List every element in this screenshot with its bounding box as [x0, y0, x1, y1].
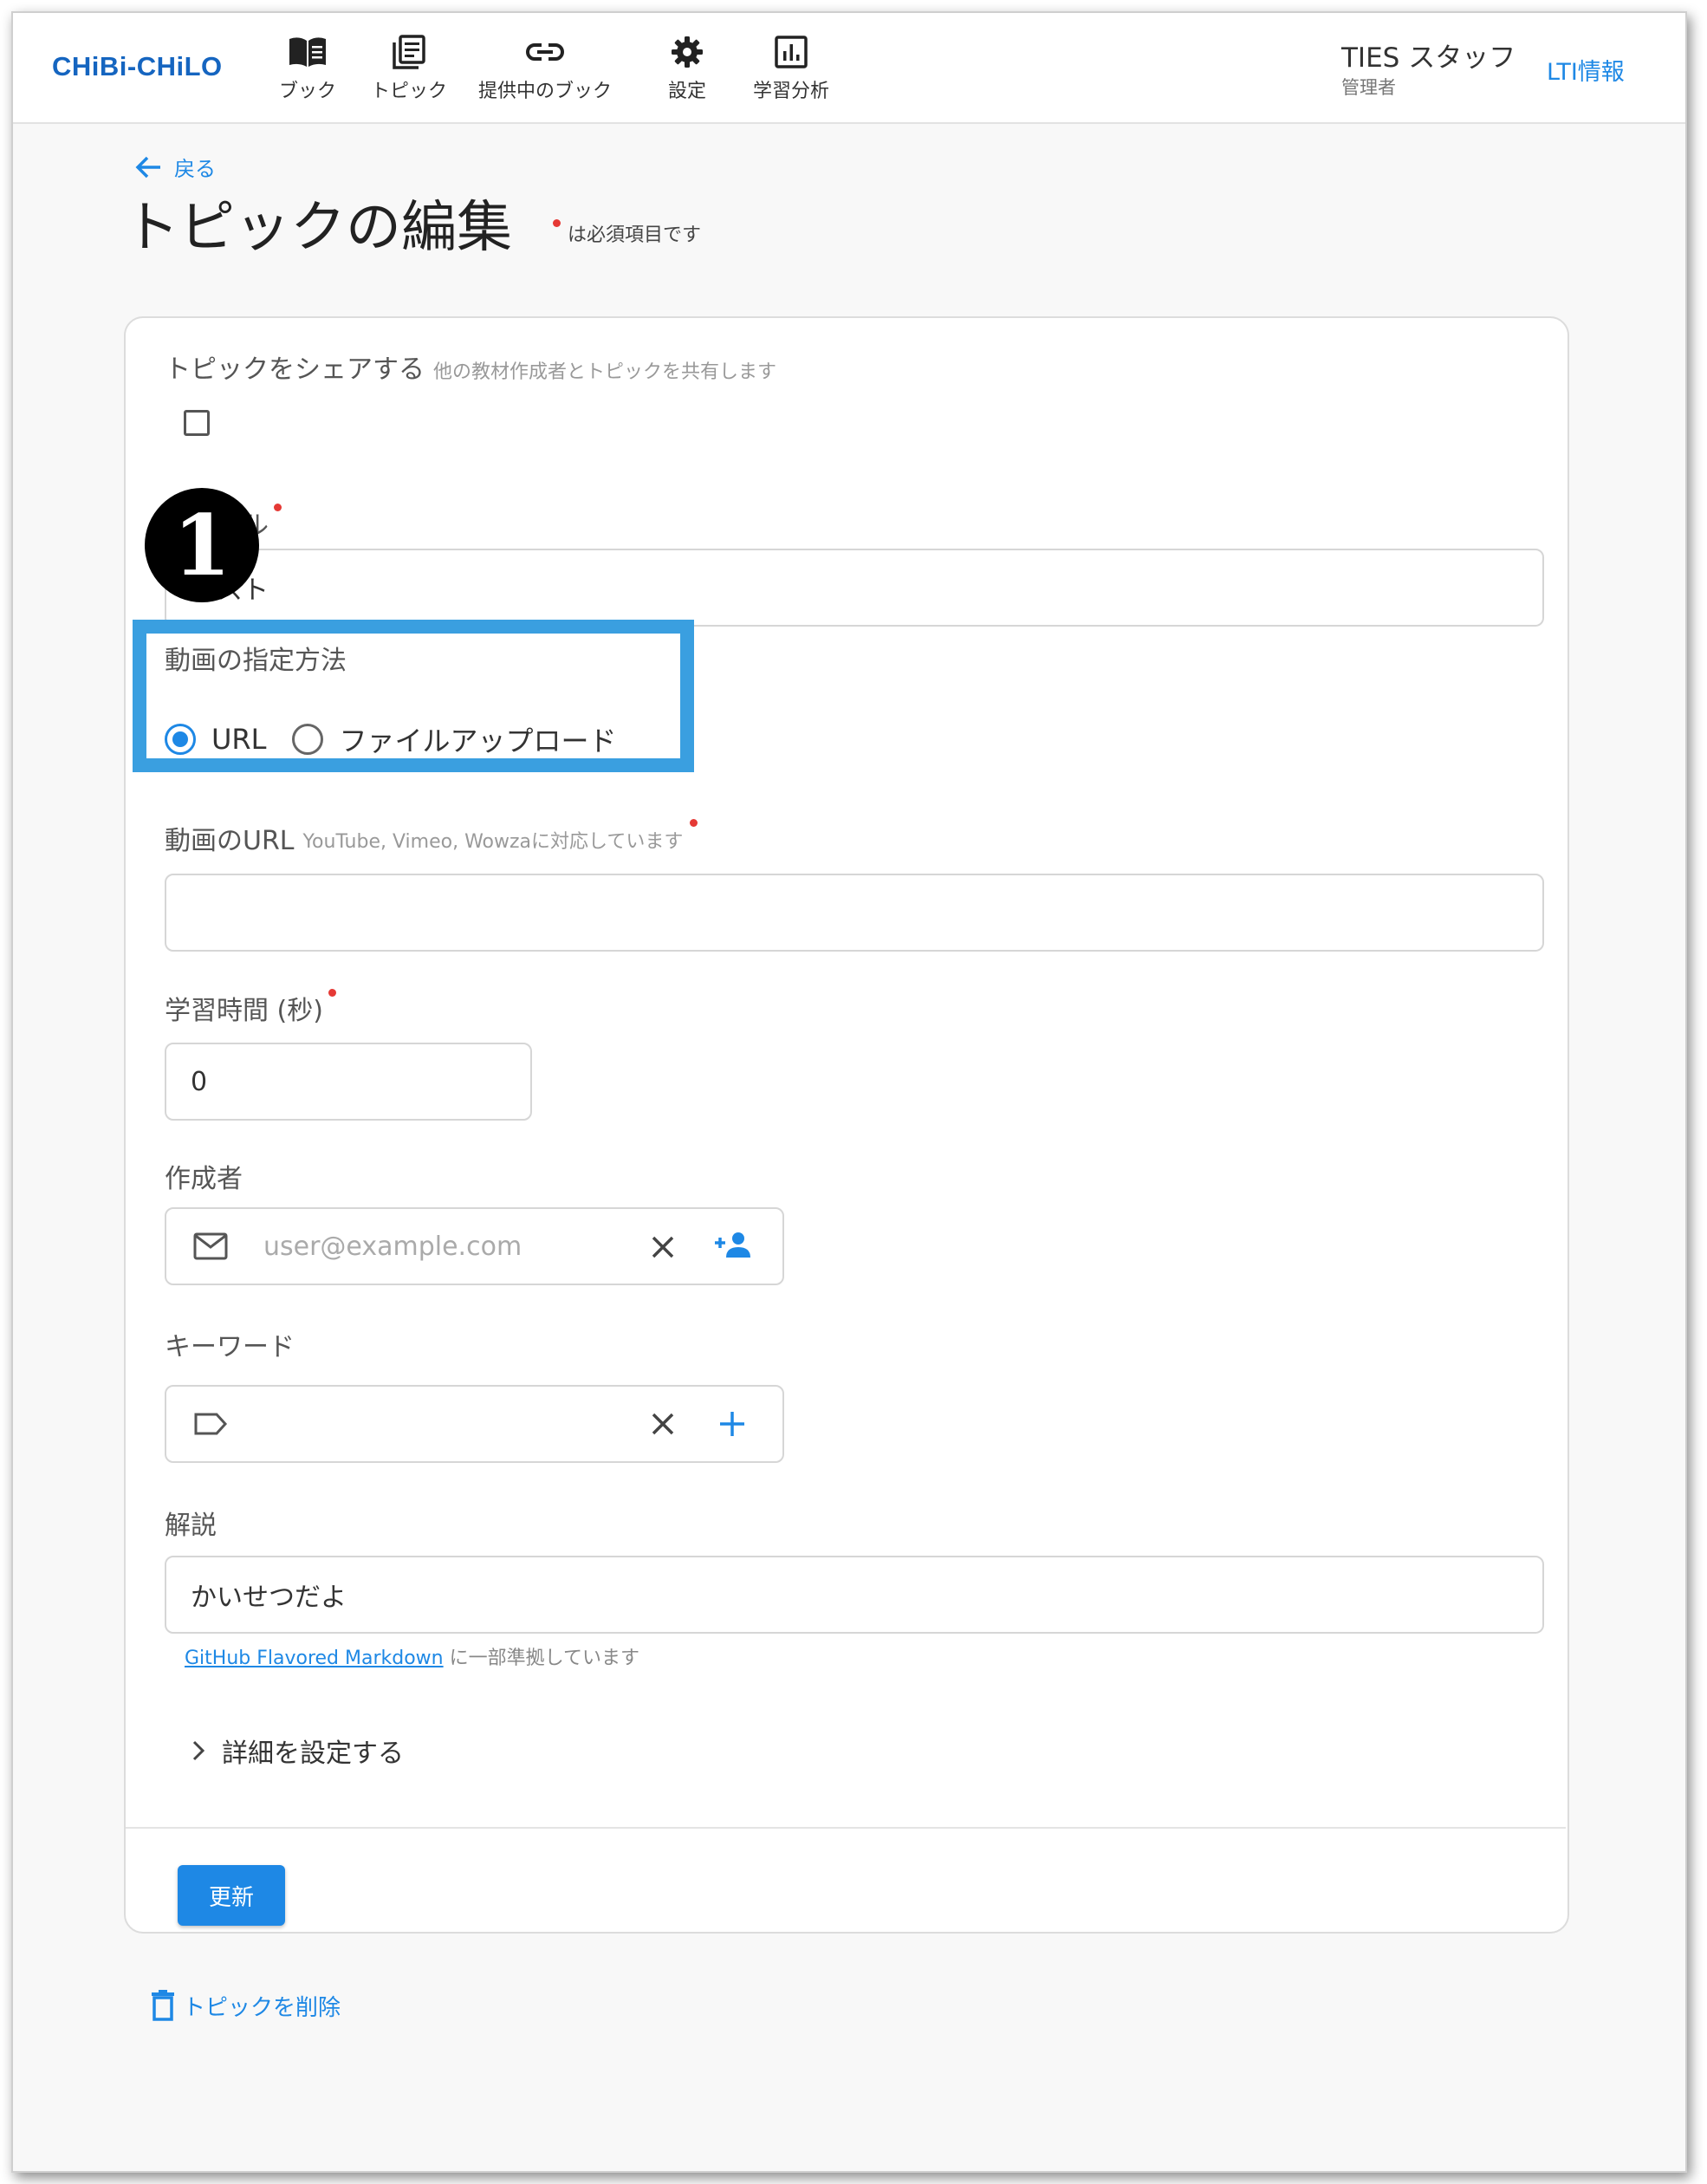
- video-method-label: 動画の指定方法: [165, 646, 347, 676]
- nav-topic-label: トピック: [370, 81, 447, 102]
- book-icon: [289, 37, 326, 67]
- user-role: 管理者: [1341, 77, 1396, 98]
- share-hint: 他の教材作成者とトピックを共有します: [433, 361, 777, 383]
- details-label: 詳細を設定する: [222, 1739, 404, 1769]
- video-url-label: 動画のURL: [165, 826, 295, 856]
- keyword-label: キーワード: [165, 1332, 295, 1362]
- card-divider: [126, 1827, 1566, 1829]
- user-name[interactable]: TIES スタッフ: [1341, 36, 1516, 75]
- app-window: CHiBi-CHiLO ブック トピック 提供中のブック 設定 学習分析 TIE…: [11, 11, 1687, 2173]
- video-method-radio-group: URL ファイルアップロード: [165, 719, 617, 759]
- share-checkbox[interactable]: [184, 410, 210, 436]
- required-note: は必須項目です: [553, 219, 701, 247]
- nav-settings[interactable]: 設定: [648, 34, 726, 103]
- nav-analytics[interactable]: 学習分析: [743, 34, 839, 103]
- delete-topic-label: トピックを削除: [183, 1994, 341, 2021]
- author-label: 作成者: [165, 1164, 243, 1194]
- share-label: トピックをシェアする: [165, 354, 425, 385]
- back-label: 戻る: [174, 157, 216, 181]
- required-marker: [553, 219, 561, 227]
- nav-analytics-label: 学習分析: [752, 81, 829, 102]
- nav-settings-label: 設定: [667, 81, 706, 102]
- add-keyword-button[interactable]: [715, 1407, 750, 1441]
- markdown-note-text: に一部準拠しています: [449, 1648, 639, 1669]
- study-time-label-row: 学習時間 (秒): [165, 989, 336, 1027]
- mail-icon: [193, 1232, 228, 1260]
- lti-info-link[interactable]: LTI情報: [1547, 53, 1625, 87]
- nav-book[interactable]: ブック: [264, 34, 351, 103]
- study-time-value: 0: [191, 1066, 208, 1097]
- close-icon: [652, 1236, 674, 1258]
- page-title: トピックの編集: [124, 196, 512, 260]
- tag-icon: [194, 1413, 228, 1435]
- nav-book-label: ブック: [278, 81, 336, 102]
- chevron-right-icon: [192, 1740, 205, 1761]
- description-value: かいせつだよ: [191, 1583, 347, 1613]
- add-author-button[interactable]: [711, 1228, 755, 1263]
- description-label: 解説: [165, 1511, 217, 1541]
- keyword-input[interactable]: [165, 1385, 784, 1463]
- title-input[interactable]: テスト: [165, 549, 1544, 627]
- study-time-input[interactable]: 0: [165, 1043, 532, 1121]
- radio-url-label[interactable]: URL: [211, 723, 266, 756]
- nav-shared-books[interactable]: 提供中のブック: [470, 34, 620, 103]
- annotation-badge: 1: [145, 488, 259, 602]
- nav-topic[interactable]: トピック: [361, 34, 457, 103]
- top-navigation-bar: CHiBi-CHiLO ブック トピック 提供中のブック 設定 学習分析 TIE…: [13, 13, 1685, 124]
- study-time-label: 学習時間 (秒): [165, 996, 323, 1026]
- required-marker: [328, 989, 336, 997]
- topic-icon: [393, 35, 425, 69]
- details-toggle[interactable]: 詳細を設定する: [191, 1732, 404, 1770]
- add-person-icon: [715, 1232, 750, 1258]
- update-button[interactable]: 更新: [178, 1865, 285, 1926]
- clear-keyword-button[interactable]: [646, 1407, 680, 1441]
- author-placeholder: user@example.com: [263, 1231, 522, 1262]
- description-input[interactable]: かいせつだよ: [165, 1556, 1544, 1634]
- delete-topic-link[interactable]: トピックを削除: [150, 1989, 341, 2022]
- close-icon: [652, 1413, 674, 1435]
- arrow-left-icon: [135, 156, 160, 178]
- trash-icon: [152, 1990, 174, 2021]
- back-link[interactable]: 戻る: [134, 152, 216, 182]
- nav-shared-books-label: 提供中のブック: [477, 81, 612, 102]
- analytics-icon: [775, 36, 808, 68]
- required-marker: [274, 504, 282, 511]
- required-note-text: は必須項目です: [568, 224, 702, 246]
- share-label-row: トピックをシェアする 他の教材作成者とトピックを共有します: [165, 348, 776, 386]
- video-url-label-row: 動画のURL YouTube, Vimeo, Wowzaに対応しています: [165, 819, 698, 857]
- gear-icon: [672, 36, 703, 68]
- markdown-link[interactable]: GitHub Flavored Markdown: [185, 1648, 444, 1669]
- radio-file-upload[interactable]: [292, 724, 324, 755]
- markdown-note: GitHub Flavored Markdown に一部準拠しています: [185, 1642, 639, 1670]
- link-icon: [526, 43, 564, 61]
- plus-icon: [720, 1412, 744, 1436]
- video-url-input[interactable]: [165, 874, 1544, 952]
- video-url-hint: YouTube, Vimeo, Wowzaに対応しています: [302, 831, 684, 853]
- required-marker: [690, 819, 698, 827]
- radio-url[interactable]: [165, 724, 196, 755]
- author-input[interactable]: user@example.com: [165, 1207, 784, 1285]
- app-logo[interactable]: CHiBi-CHiLO: [52, 51, 223, 82]
- clear-author-button[interactable]: [646, 1230, 680, 1264]
- radio-file-upload-label[interactable]: ファイルアップロード: [339, 719, 616, 759]
